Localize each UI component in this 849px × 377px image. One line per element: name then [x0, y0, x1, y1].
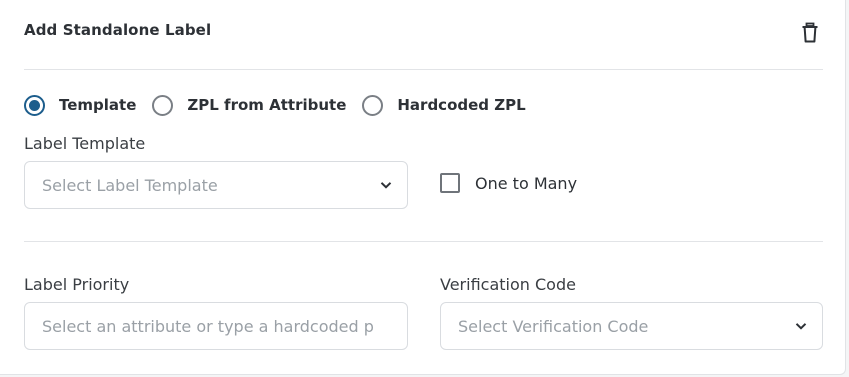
delete-button[interactable] — [800, 22, 820, 44]
radio-button-hardcoded-zpl[interactable] — [362, 94, 384, 116]
one-to-many-checkbox[interactable] — [440, 173, 460, 193]
card-title: Add Standalone Label — [24, 21, 212, 39]
header-divider — [24, 69, 823, 70]
radio-label-template: Template — [59, 96, 137, 114]
radio-option-template[interactable]: Template — [24, 94, 137, 116]
radio-button-zpl-from-attribute[interactable] — [152, 94, 174, 116]
verification-code-select[interactable]: Select Verification Code — [440, 302, 823, 350]
label-priority-input[interactable] — [24, 302, 408, 350]
verification-code-placeholder: Select Verification Code — [458, 316, 649, 336]
standalone-label-card: Add Standalone Label Template ZPL from A… — [0, 0, 846, 375]
radio-option-hardcoded-zpl[interactable]: Hardcoded ZPL — [362, 94, 526, 116]
label-template-placeholder: Select Label Template — [42, 175, 218, 195]
label-template-select[interactable]: Select Label Template — [24, 161, 408, 209]
section-divider — [24, 241, 823, 242]
label-template-label: Label Template — [24, 134, 146, 153]
label-source-radio-group: Template ZPL from Attribute Hardcoded ZP… — [24, 93, 526, 117]
one-to-many-label: One to Many — [475, 173, 578, 193]
radio-label-zpl-from-attribute: ZPL from Attribute — [187, 96, 347, 114]
chevron-down-icon — [795, 323, 807, 330]
chevron-down-icon — [380, 182, 392, 189]
radio-label-hardcoded-zpl: Hardcoded ZPL — [397, 96, 526, 114]
verification-code-label: Verification Code — [440, 275, 576, 294]
one-to-many-checkbox-row[interactable]: One to Many — [440, 173, 577, 193]
trash-icon — [802, 22, 818, 43]
radio-option-zpl-from-attribute[interactable]: ZPL from Attribute — [152, 94, 347, 116]
radio-button-template[interactable] — [24, 94, 45, 116]
label-priority-label: Label Priority — [24, 275, 130, 294]
